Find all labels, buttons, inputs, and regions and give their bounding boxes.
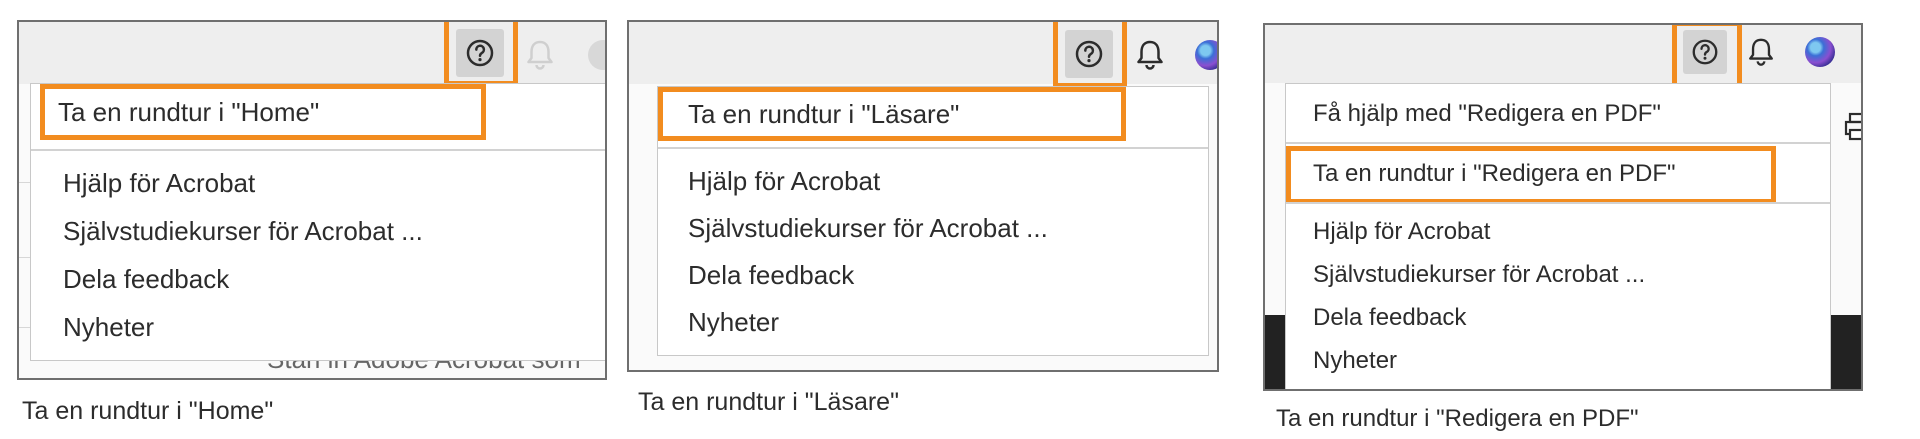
menu-item-feedback[interactable]: Dela feedback — [1313, 304, 1466, 332]
menu-item-tutorials[interactable]: Självstudiekurser för Acrobat ... — [688, 213, 1048, 244]
app-toolbar — [1265, 25, 1861, 83]
bell-icon[interactable] — [524, 38, 556, 72]
caption-edit-pdf: Ta en rundtur i "Redigera en PDF" — [1276, 405, 1639, 432]
menu-divider — [658, 147, 1208, 149]
help-dropdown-menu: Ta en rundtur i "Läsare" Hjälp för Acrob… — [657, 86, 1209, 356]
menu-item-tutorials[interactable]: Självstudiekurser för Acrobat ... — [63, 216, 423, 247]
bell-icon[interactable] — [1746, 36, 1776, 68]
help-dropdown-menu: Ta en rundtur i "Home" Hjälp för Acrobat… — [30, 83, 605, 361]
app-toolbar — [19, 22, 605, 84]
avatar-icon[interactable] — [1805, 37, 1835, 67]
help-button[interactable] — [1683, 30, 1727, 74]
menu-item-help[interactable]: Hjälp för Acrobat — [63, 168, 255, 199]
screenshot-panel-home: Starl in Adobe Acrobat som Ta en rundtur… — [17, 20, 607, 380]
help-circle-icon — [466, 39, 494, 67]
screenshot-panel-edit-pdf: Få hjälp med "Redigera en PDF" Ta en run… — [1263, 23, 1863, 391]
app-toolbar — [629, 22, 1217, 84]
menu-item-help[interactable]: Hjälp för Acrobat — [688, 166, 880, 197]
menu-item-help[interactable]: Hjälp för Acrobat — [1313, 218, 1490, 246]
menu-item-tour-reader[interactable]: Ta en rundtur i "Läsare" — [688, 99, 959, 130]
menu-item-feedback[interactable]: Dela feedback — [63, 264, 229, 295]
avatar-icon[interactable] — [1195, 40, 1217, 70]
caption-home: Ta en rundtur i "Home" — [22, 397, 274, 425]
menu-item-feedback[interactable]: Dela feedback — [688, 260, 854, 291]
help-dropdown-menu: Få hjälp med "Redigera en PDF" Ta en run… — [1285, 83, 1831, 389]
menu-item-tour-edit-pdf[interactable]: Ta en rundtur i "Redigera en PDF" — [1313, 160, 1676, 188]
help-circle-icon — [1075, 40, 1103, 68]
menu-item-get-help-edit-pdf[interactable]: Få hjälp med "Redigera en PDF" — [1313, 100, 1661, 128]
screenshot-panel-reader: Ta en rundtur i "Läsare" Hjälp för Acrob… — [627, 20, 1219, 372]
help-circle-icon — [1692, 39, 1718, 65]
menu-item-tour-home[interactable]: Ta en rundtur i "Home" — [58, 97, 319, 128]
menu-item-news[interactable]: Nyheter — [63, 312, 154, 343]
menu-item-news[interactable]: Nyheter — [688, 307, 779, 338]
bell-icon[interactable] — [1134, 38, 1166, 72]
caption-reader: Ta en rundtur i "Läsare" — [638, 388, 899, 416]
menu-item-tutorials[interactable]: Självstudiekurser för Acrobat ... — [1313, 261, 1645, 289]
menu-divider — [1286, 142, 1830, 144]
menu-divider — [31, 149, 605, 151]
menu-item-news[interactable]: Nyheter — [1313, 347, 1397, 375]
menu-divider — [1286, 202, 1830, 204]
avatar-icon[interactable] — [588, 40, 605, 70]
help-button[interactable] — [456, 29, 504, 77]
help-button[interactable] — [1065, 30, 1113, 78]
print-icon[interactable] — [1844, 112, 1863, 142]
